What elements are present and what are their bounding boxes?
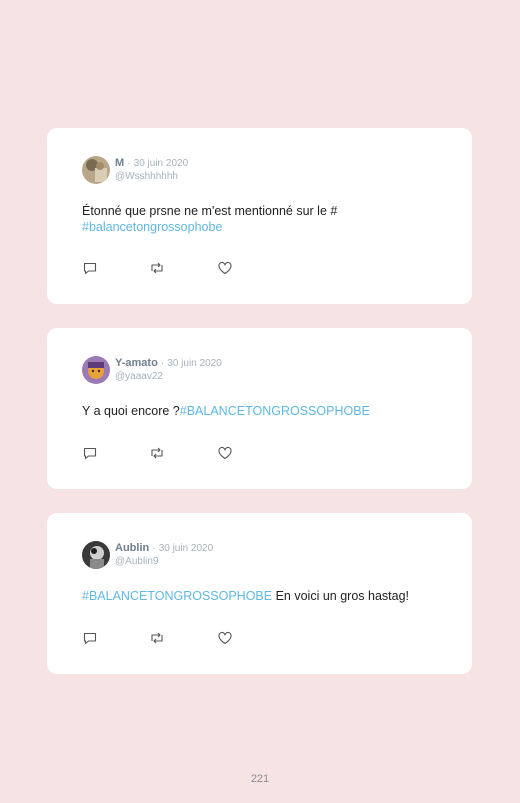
separator: · bbox=[152, 543, 156, 554]
author-handle[interactable]: @yaaav22 bbox=[115, 370, 163, 383]
tweet-text: #BALANCETONGROSSOPHOBE En voici un gros … bbox=[82, 588, 442, 604]
tweet-date[interactable]: 30 juin 2020 bbox=[159, 543, 214, 554]
tweet-text-before: Y a quoi encore ? bbox=[82, 404, 180, 418]
avatar[interactable] bbox=[82, 541, 110, 569]
tweet-actions bbox=[82, 445, 252, 461]
avatar[interactable] bbox=[82, 356, 110, 384]
author-name[interactable]: M bbox=[115, 157, 124, 169]
separator: · bbox=[127, 158, 131, 169]
tweet-text-before: Étonné que prsne ne m'est mentionné sur … bbox=[82, 204, 338, 218]
page-number: 221 bbox=[250, 773, 270, 785]
retweet-icon[interactable] bbox=[149, 260, 165, 276]
author-line: M · 30 juin 2020 bbox=[115, 157, 188, 170]
like-icon[interactable] bbox=[217, 445, 233, 461]
hashtag-link[interactable]: #BALANCETONGROSSOPHOBE bbox=[82, 589, 272, 603]
reply-icon[interactable] bbox=[82, 630, 98, 646]
tweet-date[interactable]: 30 juin 2020 bbox=[134, 158, 189, 169]
retweet-icon[interactable] bbox=[149, 445, 165, 461]
author-line: Aublin · 30 juin 2020 bbox=[115, 542, 213, 555]
tweet-date[interactable]: 30 juin 2020 bbox=[167, 358, 222, 369]
tweet-actions bbox=[82, 260, 252, 276]
tweet-header: M · 30 juin 2020 @Wsshhhhhh bbox=[82, 156, 442, 186]
tweet-text: Y a quoi encore ?#BALANCETONGROSSOPHOBE bbox=[82, 403, 412, 419]
author-handle[interactable]: @Aublin9 bbox=[115, 555, 159, 568]
tweet-header: Aublin · 30 juin 2020 @Aublin9 bbox=[82, 541, 442, 571]
like-icon[interactable] bbox=[217, 630, 233, 646]
tweet-card: Aublin · 30 juin 2020 @Aublin9 #BALANCET… bbox=[47, 513, 472, 674]
author-name[interactable]: Y-amato bbox=[115, 357, 158, 369]
like-icon[interactable] bbox=[217, 260, 233, 276]
tweet-text-after: En voici un gros hastag! bbox=[272, 589, 409, 603]
tweet-actions bbox=[82, 630, 252, 646]
tweet-header: Y-amato · 30 juin 2020 @yaaav22 bbox=[82, 356, 442, 386]
avatar[interactable] bbox=[82, 156, 110, 184]
author-line: Y-amato · 30 juin 2020 bbox=[115, 357, 222, 370]
reply-icon[interactable] bbox=[82, 445, 98, 461]
retweet-icon[interactable] bbox=[149, 630, 165, 646]
hashtag-link[interactable]: #balancetongrossophobe bbox=[82, 220, 222, 234]
tweet-text: Étonné que prsne ne m'est mentionné sur … bbox=[82, 203, 382, 235]
author-name[interactable]: Aublin bbox=[115, 542, 149, 554]
tweet-card: M · 30 juin 2020 @Wsshhhhhh Étonné que p… bbox=[47, 128, 472, 304]
tweet-card: Y-amato · 30 juin 2020 @yaaav22 Y a quoi… bbox=[47, 328, 472, 489]
separator: · bbox=[160, 358, 165, 369]
reply-icon[interactable] bbox=[82, 260, 98, 276]
hashtag-link[interactable]: #BALANCETONGROSSOPHOBE bbox=[180, 404, 370, 418]
author-handle[interactable]: @Wsshhhhhh bbox=[115, 170, 178, 183]
